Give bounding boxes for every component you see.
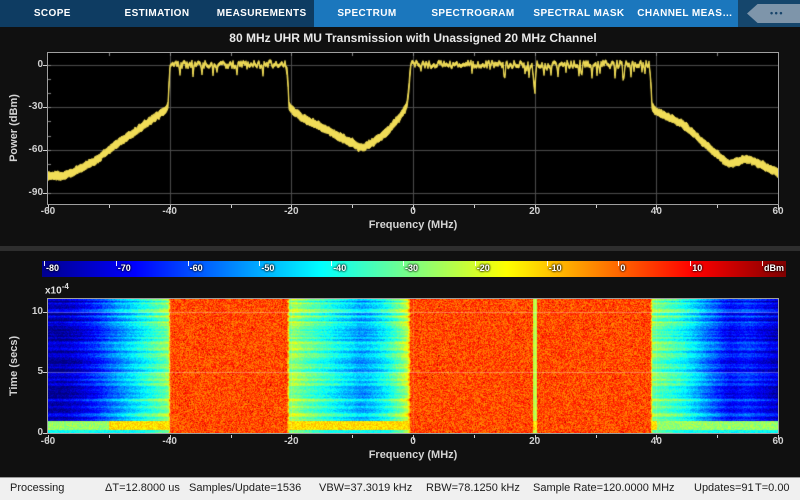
- colorbar-tick-label: -10: [549, 263, 562, 273]
- tab-group-context: SPECTRUMSPECTROGRAMSPECTRAL MASKCHANNEL …: [314, 0, 738, 27]
- y-tick-mark: [43, 65, 47, 66]
- x-tick-mark: [48, 205, 49, 210]
- status-item: Samples/Update=1536: [189, 482, 301, 494]
- tab-bar: SCOPEESTIMATIONMEASUREMENTS SPECTRUMSPEC…: [0, 0, 800, 27]
- tab-estimation[interactable]: ESTIMATION: [105, 0, 210, 27]
- y-tick-label: -60: [0, 144, 43, 155]
- status-item: ΔT=12.8000 us: [105, 482, 180, 494]
- x-tick-mark: [535, 435, 536, 440]
- x-tick-mark: [656, 205, 657, 210]
- spectrogram-x-axis-label: Frequency (MHz): [48, 449, 778, 461]
- y-tick-mark: [43, 433, 47, 434]
- colorbar-tick-mark: [44, 261, 45, 266]
- colorbar-tick-label: -50: [261, 263, 274, 273]
- x-minor-tick-mark: [352, 435, 353, 438]
- tab-spectrogram[interactable]: SPECTROGRAM: [420, 0, 526, 27]
- colorbar-tick-mark: [762, 261, 763, 266]
- x-minor-tick-mark: [109, 205, 110, 208]
- x-tick-mark: [778, 205, 779, 210]
- x-minor-tick-mark: [474, 435, 475, 438]
- x-tick-mark: [291, 435, 292, 440]
- x-minor-tick-mark: [231, 205, 232, 208]
- tab-group-main: SCOPEESTIMATIONMEASUREMENTS: [0, 0, 314, 27]
- collapse-ribbon-arrow-icon[interactable]: •••: [747, 4, 800, 23]
- tab-channel-meas[interactable]: CHANNEL MEAS…: [632, 0, 738, 27]
- x-minor-tick-mark: [596, 435, 597, 438]
- status-item: T=0.00: [755, 482, 790, 494]
- colorbar-tick-mark: [116, 261, 117, 266]
- colorbar-tick-mark: [188, 261, 189, 266]
- x-minor-tick-mark: [352, 205, 353, 208]
- y-tick-label: 0: [0, 427, 43, 438]
- spectrogram-y-multiplier: x10-4: [45, 282, 69, 296]
- x-minor-tick-mark: [717, 205, 718, 208]
- x-minor-tick-mark: [474, 205, 475, 208]
- colorbar-tick-mark: [547, 261, 548, 266]
- colorbar-tick-label: -70: [118, 263, 131, 273]
- y-tick-mark: [43, 372, 47, 373]
- status-item: Sample Rate=120.0000 MHz: [533, 482, 675, 494]
- tab-spectrum[interactable]: SPECTRUM: [314, 0, 420, 27]
- colorbar-tick-mark: [475, 261, 476, 266]
- x-tick-mark: [170, 435, 171, 440]
- colorbar-tick-label: 0: [620, 263, 625, 273]
- spectrogram-canvas[interactable]: [48, 299, 778, 433]
- x-tick-mark: [48, 435, 49, 440]
- colorbar-tick-label: -30: [405, 263, 418, 273]
- x-tick-mark: [170, 205, 171, 210]
- colorbar-tick-label: -80: [46, 263, 59, 273]
- spectrum-plot-area[interactable]: [47, 52, 779, 205]
- y-tick-mark: [43, 150, 47, 151]
- x-minor-tick-mark: [109, 435, 110, 438]
- spectrum-x-axis-label: Frequency (MHz): [48, 219, 778, 231]
- y-tick-mark: [43, 193, 47, 194]
- colorbar-tick-label: -20: [477, 263, 490, 273]
- status-item: Updates=91: [694, 482, 754, 494]
- tab-measurements[interactable]: MEASUREMENTS: [209, 0, 314, 27]
- x-tick-mark: [413, 435, 414, 440]
- spectrum-title: 80 MHz UHR MU Transmission with Unassign…: [48, 31, 778, 45]
- y-tick-label: 5: [0, 366, 43, 377]
- colorbar-tick-label: 10: [692, 263, 702, 273]
- x-tick-mark: [291, 205, 292, 210]
- colorbar-tick-label: -40: [333, 263, 346, 273]
- colorbar-tick-label: -60: [190, 263, 203, 273]
- y-tick-mark: [43, 312, 47, 313]
- x-minor-tick-mark: [717, 435, 718, 438]
- status-item: RBW=78.1250 kHz: [426, 482, 520, 494]
- x-tick-mark: [413, 205, 414, 210]
- spectrum-canvas[interactable]: [48, 53, 778, 204]
- x-tick-mark: [778, 435, 779, 440]
- spectrogram-plot-area[interactable]: [47, 298, 779, 434]
- spectrum-y-axis-label: Power (dBm): [8, 78, 20, 178]
- colorbar-unit-label: dBm: [764, 263, 784, 273]
- y-tick-label: 0: [0, 59, 43, 70]
- x-minor-tick-mark: [231, 435, 232, 438]
- y-tick-label: -30: [0, 101, 43, 112]
- status-bar: Processing ΔT=12.8000 us Samples/Update=15…: [0, 477, 800, 500]
- y-tick-mark: [43, 107, 47, 108]
- spectrum-analyzer-window: SCOPEESTIMATIONMEASUREMENTS SPECTRUMSPEC…: [0, 0, 800, 500]
- status-item: VBW=37.3019 kHz: [319, 482, 412, 494]
- x-minor-tick-mark: [596, 205, 597, 208]
- colorbar: -80 -70 -60 -50 -40 -30 -20 -10 0 10 dBm: [42, 261, 786, 277]
- x-tick-mark: [656, 435, 657, 440]
- y-tick-label: -90: [0, 187, 43, 198]
- tab-scope[interactable]: SCOPE: [0, 0, 105, 27]
- panel-splitter[interactable]: [0, 246, 800, 251]
- y-tick-label: 10: [0, 306, 43, 317]
- status-item: Processing: [10, 482, 64, 494]
- ellipsis-icon: •••: [770, 9, 784, 18]
- x-tick-mark: [535, 205, 536, 210]
- colorbar-tick-mark: [403, 261, 404, 266]
- tab-bar-overflow-area: •••: [738, 0, 800, 27]
- tab-spectral-mask[interactable]: SPECTRAL MASK: [526, 0, 632, 27]
